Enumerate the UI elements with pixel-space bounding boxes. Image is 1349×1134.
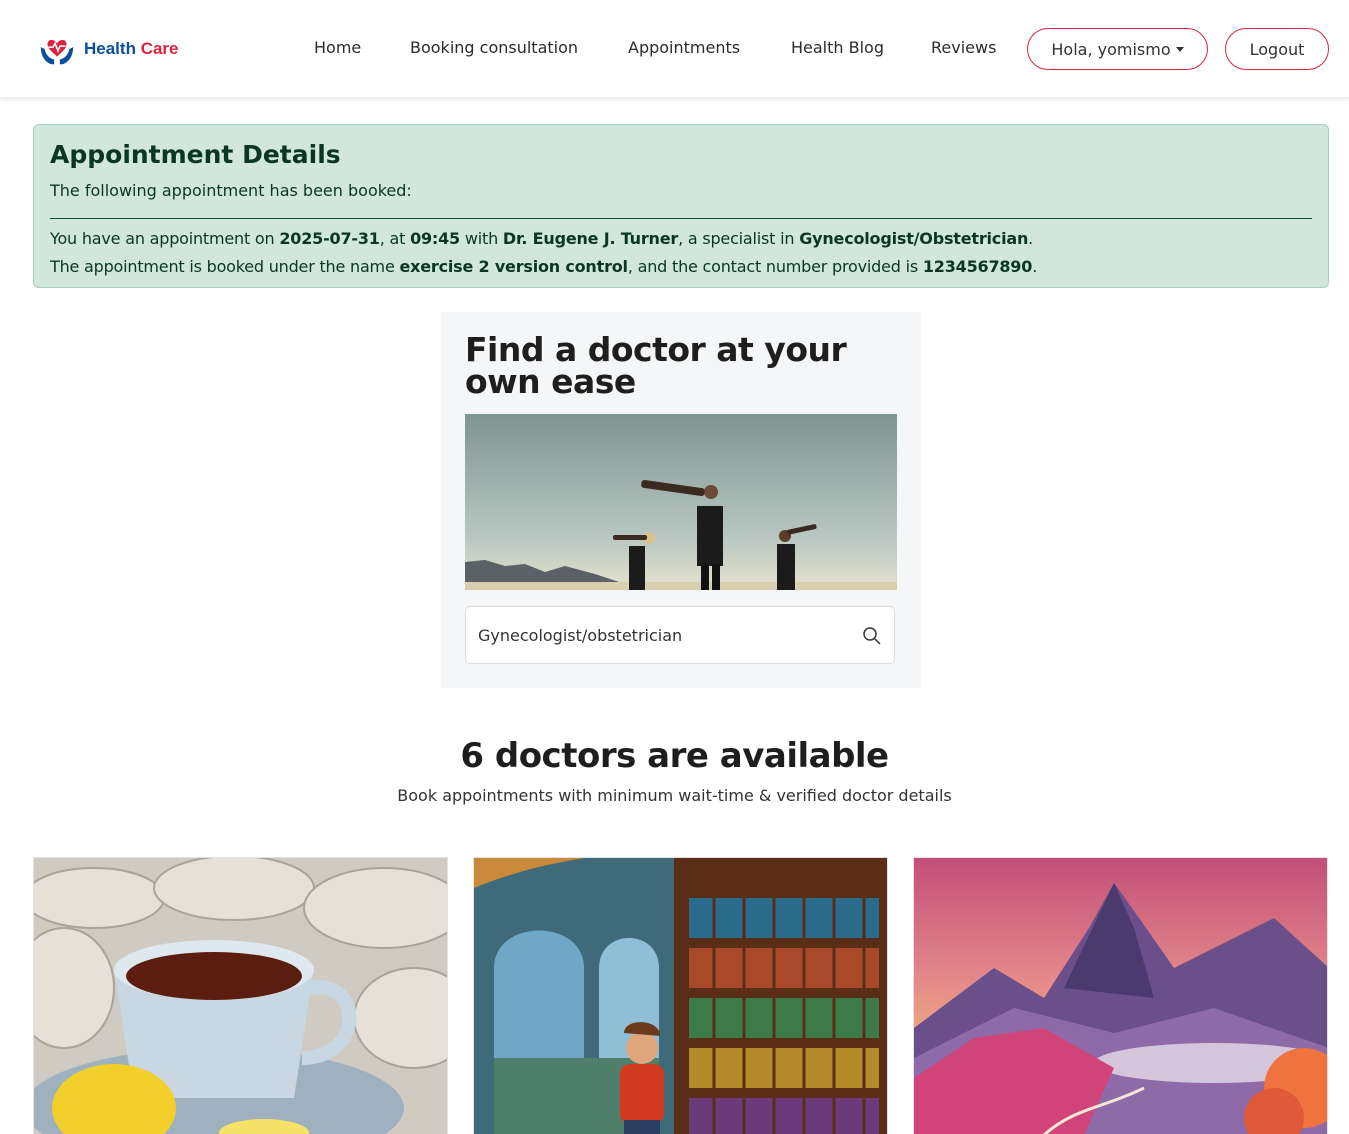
summary-spec-text: , a specialist in [678, 229, 800, 248]
appointment-doctor: Dr. Eugene J. Turner [502, 229, 679, 248]
nav-link-booking-consultation[interactable]: Booking consultation [410, 38, 578, 57]
heart-hands-logo-icon [40, 39, 74, 65]
logout-button[interactable]: Logout [1225, 28, 1329, 70]
finder-title: Find a doctor at your own ease [465, 330, 847, 401]
appointment-time: 09:45 [410, 229, 460, 248]
find-doctor-panel: Find a doctor at your own ease [441, 312, 921, 688]
contact-mid: , and the contact number provided is [627, 257, 923, 276]
specialty-search-box [465, 606, 895, 664]
nav-link-reviews[interactable]: Reviews [931, 38, 996, 57]
brand-name: Health Care [84, 39, 179, 59]
appointment-summary: You have an appointment on 2025-07-31, a… [50, 229, 1033, 248]
appointment-contact: The appointment is booked under the name… [50, 257, 1037, 276]
summary-prefix: You have an appointment on [50, 229, 280, 248]
summary-at: , at [379, 229, 411, 248]
doctor-card-image-3[interactable] [913, 857, 1328, 1134]
alert-title: Appointment Details [50, 140, 341, 169]
appointment-alert: Appointment Details The following appoin… [33, 124, 1329, 288]
doctor-card-image-1[interactable] [33, 857, 448, 1134]
summary-with: with [460, 229, 503, 248]
telescope-banner-image [465, 414, 897, 590]
nav-link-health-blog[interactable]: Health Blog [791, 38, 884, 57]
navbar: Health Care Home Booking consultation Ap… [0, 0, 1349, 98]
brand-logo-link[interactable]: Health Care [38, 30, 179, 68]
summary-end: . [1028, 229, 1034, 248]
user-menu-label: Hola, yomismo [1051, 39, 1171, 59]
brand-name-part1: Health [84, 39, 136, 58]
user-menu-dropdown[interactable]: Hola, yomismo [1027, 28, 1208, 70]
appointment-specialty: Gynecologist/Obstetrician [799, 229, 1029, 248]
caret-down-icon [1175, 46, 1184, 52]
appointment-name: exercise 2 version control [399, 257, 628, 276]
doctors-count-heading: 6 doctors are available [460, 736, 889, 776]
contact-end: . [1032, 257, 1038, 276]
alert-divider [50, 218, 1312, 219]
doctor-card-image-2[interactable] [473, 857, 888, 1134]
appointment-phone: 1234567890 [922, 257, 1033, 276]
nav-link-home[interactable]: Home [314, 38, 361, 57]
alert-subtitle: The following appointment has been booke… [50, 181, 412, 200]
nav-link-appointments[interactable]: Appointments [628, 38, 740, 57]
search-icon[interactable] [862, 626, 882, 646]
appointment-date: 2025-07-31 [279, 229, 380, 248]
brand-name-part2: Care [140, 39, 179, 58]
contact-prefix: The appointment is booked under the name [50, 257, 400, 276]
specialty-search-input[interactable] [478, 607, 848, 663]
doctors-subheading: Book appointments with minimum wait-time… [397, 786, 952, 805]
